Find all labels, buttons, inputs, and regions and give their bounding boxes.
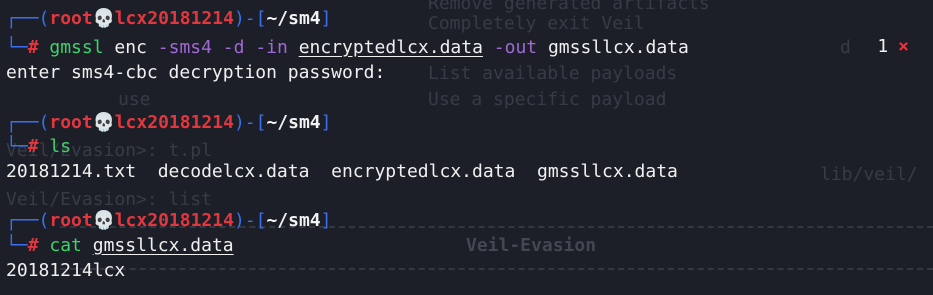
command-option: -sms4	[157, 37, 212, 58]
prompt-hash: #	[27, 37, 39, 58]
prompt-dir: ~/sm4	[266, 8, 321, 29]
skull-icon: 💀	[92, 8, 116, 29]
ghost-line: Veil/Evasion>: list	[6, 189, 212, 210]
prompt-host: lcx20181214	[114, 8, 234, 29]
prompt-host: lcx20181214	[114, 112, 234, 133]
command-line[interactable]: └─# gmssl enc -sms4 -d -in encryptedlcx.…	[6, 37, 689, 59]
ghost-line: Completely exit Veil	[428, 13, 645, 34]
box-corner-top: ┌──(	[6, 112, 50, 133]
prompt-header: ┌──(root💀lcx20181214)-[~/sm4]	[6, 112, 332, 133]
ghost-line: use	[118, 89, 151, 110]
command-option: -in	[255, 37, 288, 58]
command-name: gmssl	[49, 37, 104, 58]
prompt-user: root	[49, 210, 93, 231]
prompt-dir: ~/sm4	[266, 210, 321, 231]
command-file-arg: gmssllcx.data	[92, 235, 234, 256]
prompt-host: lcx20181214	[114, 210, 234, 231]
prompt-hash: #	[27, 235, 39, 256]
ghost-line: Use a specific payload	[428, 89, 667, 110]
box-corner-bottom: └─	[6, 136, 28, 157]
command-option: -d	[222, 37, 245, 58]
output-line: 20181214.txt decodelcx.data encryptedlcx…	[6, 161, 678, 182]
box-corner-top: ┌──(	[6, 210, 50, 231]
ghost-title: Veil-Evasion	[466, 235, 597, 256]
command-arg: gmssllcx.data	[547, 37, 689, 58]
ghost-line: d	[840, 37, 851, 58]
error-x-icon: ×	[898, 36, 909, 57]
output-line: enter sms4-cbc decryption password:	[6, 62, 386, 83]
command-option: -out	[493, 37, 538, 58]
exit-status: 1 ×	[877, 36, 909, 58]
skull-icon: 💀	[92, 112, 116, 133]
command-name: cat	[49, 235, 82, 256]
command-file-arg: encryptedlcx.data	[298, 37, 483, 58]
command-arg: enc	[114, 37, 147, 58]
prompt-header: ┌──(root💀lcx20181214)-[~/sm4]	[6, 210, 332, 231]
box-corner-top: ┌──(	[6, 8, 50, 29]
command-line[interactable]: └─# ls	[6, 136, 71, 158]
skull-icon: 💀	[92, 210, 116, 231]
ghost-line: lib/veil/	[820, 164, 918, 185]
prompt-header: ┌──(root💀lcx20181214)-[~/sm4]	[6, 8, 332, 29]
prompt-hash: #	[27, 136, 39, 157]
box-corner-bottom: └─	[6, 37, 28, 58]
box-corner-bottom: └─	[6, 235, 28, 256]
output-line: 20181214lcx	[6, 260, 126, 281]
command-name: ls	[49, 136, 72, 157]
exit-code: 1	[877, 36, 889, 57]
prompt-user: root	[49, 112, 93, 133]
ghost-divider	[60, 268, 933, 270]
prompt-user: root	[49, 8, 93, 29]
terminal-window[interactable]: Remove generated artifacts Completely ex…	[0, 0, 933, 295]
ghost-line: List available payloads	[428, 63, 678, 84]
prompt-dir: ~/sm4	[266, 112, 321, 133]
command-line[interactable]: └─# cat gmssllcx.data	[6, 235, 234, 257]
